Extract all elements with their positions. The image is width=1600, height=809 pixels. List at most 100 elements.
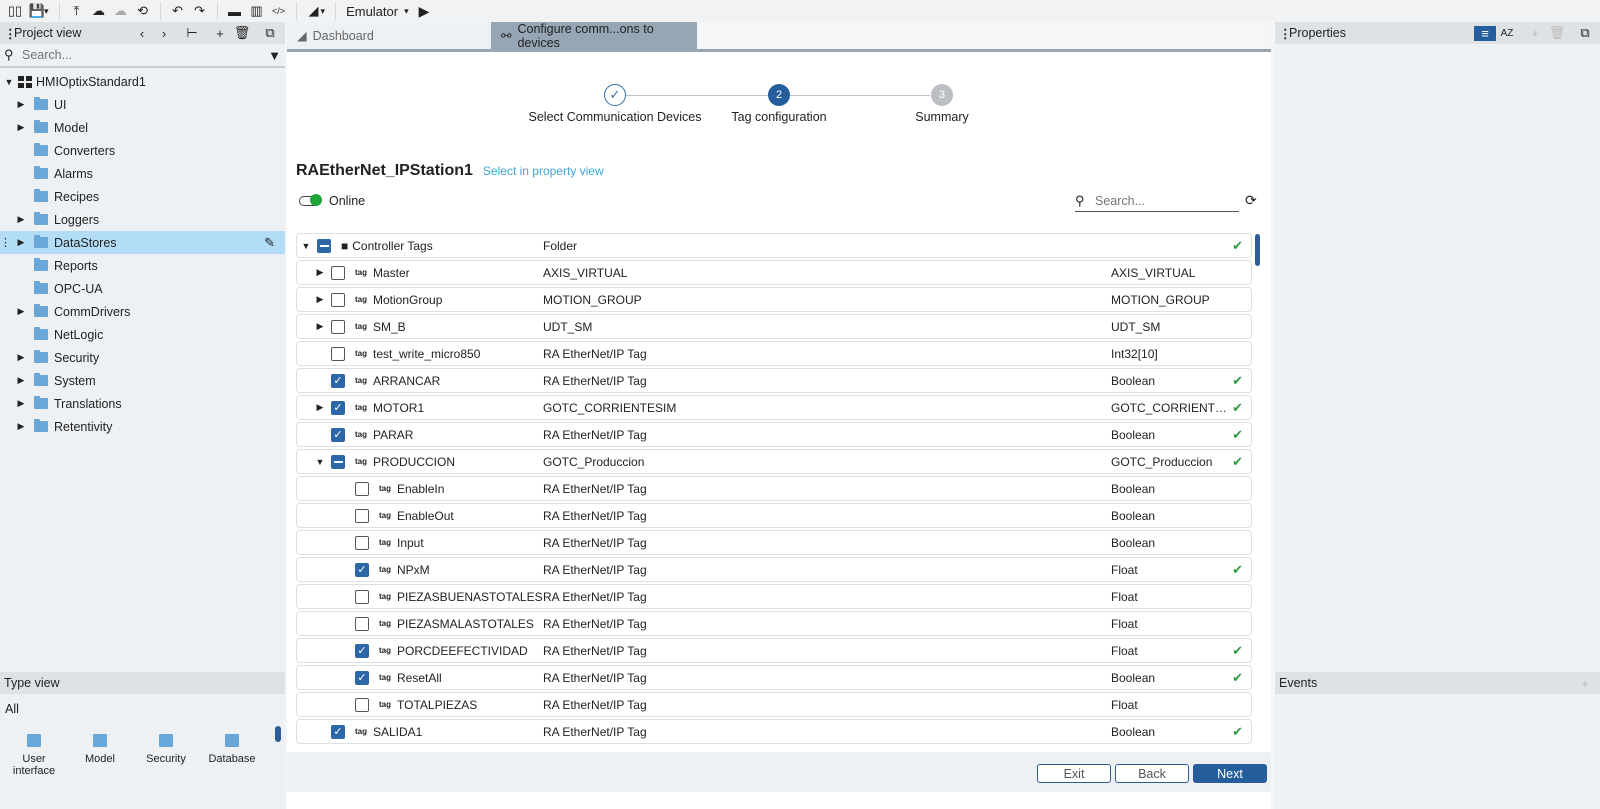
type-item-security[interactable]: Security: [134, 734, 198, 777]
tag-row[interactable]: tag test_write_micro850 RA EtherNet/IP Tag…: [296, 341, 1252, 366]
project-search-input[interactable]: [22, 48, 269, 62]
tree-item[interactable]: Converters: [0, 139, 285, 162]
tree-item[interactable]: OPC-UA: [0, 277, 285, 300]
tag-row[interactable]: ▼ tag PRODUCCION GOTC_Produccion GOTC_Produc…: [296, 449, 1252, 474]
tag-row[interactable]: ▶ tag SM_B UDT_SM UDT_SM: [296, 314, 1252, 339]
tree-item[interactable]: Alarms: [0, 162, 285, 185]
sort-az-icon[interactable]: AZ: [1496, 28, 1518, 39]
tag-checkbox[interactable]: [317, 238, 331, 253]
add-event-icon[interactable]: +: [1574, 676, 1596, 691]
undo-icon[interactable]: ↶: [167, 1, 189, 21]
tree-item[interactable]: ▶ Security: [0, 346, 285, 369]
tag-checkbox[interactable]: ✓: [355, 562, 369, 577]
tag-row[interactable]: ▶ tag Master AXIS_VIRTUAL AXIS_VIRTUAL: [296, 260, 1252, 285]
tag-row[interactable]: tag PIEZASBUENASTOTALES RA EtherNet/IP Tag…: [296, 584, 1252, 609]
run-icon[interactable]: ▶: [419, 3, 430, 20]
tab-configure-communications[interactable]: ⚯ Configure comm...ons to devices: [491, 22, 697, 50]
add-icon[interactable]: +: [209, 26, 231, 41]
emulator-select[interactable]: Emulator: [342, 4, 402, 19]
tag-checkbox[interactable]: ✓: [331, 724, 345, 739]
chevron-right-icon[interactable]: ▶: [315, 402, 325, 413]
tag-checkbox[interactable]: ✓: [331, 400, 345, 415]
tree-item[interactable]: ▶ CommDrivers: [0, 300, 285, 323]
tag-checkbox[interactable]: [331, 454, 345, 469]
chevron-right-icon[interactable]: ▶: [16, 306, 26, 317]
type-item-model[interactable]: Model: [68, 734, 132, 777]
type-view-scrollbar[interactable]: [275, 726, 281, 742]
tag-checkbox[interactable]: [355, 508, 369, 523]
chevron-right-icon[interactable]: ▶: [16, 237, 26, 248]
tag-row[interactable]: tag EnableIn RA EtherNet/IP Tag Boolean: [296, 476, 1252, 501]
tag-row[interactable]: ✓ tag NPxM RA EtherNet/IP Tag Float ✔: [296, 557, 1252, 582]
type-item-database[interactable]: Database: [200, 734, 264, 777]
toggle-switch[interactable]: [299, 194, 322, 206]
back-button[interactable]: Back: [1115, 764, 1189, 783]
tag-checkbox[interactable]: [355, 616, 369, 631]
tree-root[interactable]: ▼ HMIOptixStandard1: [0, 70, 285, 93]
filter-icon[interactable]: ▼: [268, 48, 281, 63]
delete-icon[interactable]: 🗑: [231, 25, 253, 41]
refresh-icon[interactable]: ⟳: [1245, 192, 1257, 209]
chevron-right-icon[interactable]: ▶: [315, 267, 325, 278]
code-icon[interactable]: </>: [268, 1, 290, 21]
type-view-filter[interactable]: All: [5, 702, 19, 716]
chevron-right-icon[interactable]: ▶: [16, 421, 26, 432]
add-icon[interactable]: +: [1524, 26, 1546, 41]
tag-table-scrollbar[interactable]: [1255, 234, 1260, 266]
cloud-download-icon[interactable]: ☁: [110, 1, 132, 21]
chevron-right-icon[interactable]: ▶: [16, 99, 26, 110]
tag-row[interactable]: ✓ tag ARRANCAR RA EtherNet/IP Tag Boolean ✔: [296, 368, 1252, 393]
forward-icon[interactable]: ›: [153, 26, 175, 41]
select-in-property-view-link[interactable]: Select in property view: [483, 164, 604, 178]
detach-panel-icon[interactable]: ⧉: [259, 25, 281, 41]
tree-item[interactable]: ▶ Retentivity: [0, 415, 285, 438]
tag-checkbox[interactable]: [331, 265, 345, 280]
library-icon[interactable]: ▥: [246, 1, 268, 21]
chevron-right-icon[interactable]: ▶: [16, 375, 26, 386]
tree-item[interactable]: ▶ Loggers: [0, 208, 285, 231]
tag-row[interactable]: ▶ ✓ tag MOTOR1 GOTC_CORRIENTESIM GOTC_CORRIEN…: [296, 395, 1252, 420]
tag-row[interactable]: tag TOTALPIEZAS RA EtherNet/IP Tag Float: [296, 692, 1252, 717]
panel-menu-icon[interactable]: ⋮: [1279, 26, 1292, 41]
tag-row[interactable]: tag EnableOut RA EtherNet/IP Tag Boolean: [296, 503, 1252, 528]
chevron-right-icon[interactable]: ▶: [16, 398, 26, 409]
tree-item[interactable]: NetLogic: [0, 323, 285, 346]
back-icon[interactable]: ‹: [131, 26, 153, 41]
chevron-right-icon[interactable]: ▶: [16, 214, 26, 225]
tag-row[interactable]: ▼ ■ Controller Tags Folder ✔: [296, 233, 1252, 258]
tag-checkbox[interactable]: ✓: [331, 427, 345, 442]
tag-row[interactable]: tag Input RA EtherNet/IP Tag Boolean: [296, 530, 1252, 555]
tag-checkbox[interactable]: [331, 346, 345, 361]
tag-row[interactable]: ✓ tag PORCDEEFECTIVIDAD RA EtherNet/IP Tag F…: [296, 638, 1252, 663]
chevron-down-icon[interactable]: ▼: [315, 457, 325, 467]
tree-item[interactable]: ▶ Model: [0, 116, 285, 139]
tab-dashboard[interactable]: ◢ Dashboard: [287, 22, 491, 49]
tag-row[interactable]: ✓ tag ResetAll RA EtherNet/IP Tag Boolean ✔: [296, 665, 1252, 690]
tag-row[interactable]: ▶ tag MotionGroup MOTION_GROUP MOTION_GROUP: [296, 287, 1252, 312]
tag-search-input[interactable]: [1095, 193, 1235, 208]
tag-checkbox[interactable]: ✓: [331, 373, 345, 388]
drag-handle-icon[interactable]: ⋮: [0, 236, 11, 249]
upload-project-icon[interactable]: ⤒: [66, 1, 88, 21]
online-toggle[interactable]: Online: [299, 194, 365, 208]
cloud-upload-icon[interactable]: ☁: [88, 1, 110, 21]
filter-lines-icon[interactable]: ≡: [1474, 25, 1496, 41]
tag-checkbox[interactable]: [355, 589, 369, 604]
chevron-down-icon[interactable]: ▼: [301, 241, 311, 251]
redo-icon[interactable]: ↷: [189, 1, 211, 21]
edit-icon[interactable]: ✎: [264, 235, 275, 251]
tree-item[interactable]: ▶ UI: [0, 93, 285, 116]
tag-checkbox[interactable]: ✓: [355, 643, 369, 658]
tree-item[interactable]: ▶ Translations: [0, 392, 285, 415]
theme-dropdown-icon[interactable]: ▾: [321, 6, 326, 17]
tag-row[interactable]: ✓ tag PARAR RA EtherNet/IP Tag Boolean ✔: [296, 422, 1252, 447]
type-item-user-interface[interactable]: User interface: [2, 734, 66, 777]
tag-checkbox[interactable]: [355, 481, 369, 496]
tree-item[interactable]: ⋮ ▶ DataStores ✎: [0, 231, 285, 254]
chevron-right-icon[interactable]: ▶: [315, 321, 325, 332]
chevron-right-icon[interactable]: ▶: [315, 294, 325, 305]
open-folder-icon[interactable]: ▬: [224, 1, 246, 21]
history-icon[interactable]: ⟲: [132, 1, 154, 21]
panel-menu-icon[interactable]: ⋮: [4, 26, 17, 41]
tag-row[interactable]: tag PIEZASMALASTOTALES RA EtherNet/IP Tag F…: [296, 611, 1252, 636]
